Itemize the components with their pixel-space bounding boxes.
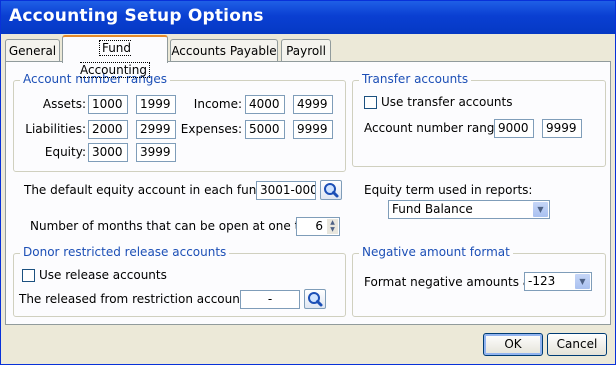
tab-fund-accounting[interactable]: Fund Accounting [62,35,168,78]
assets-label: Assets: [42,97,86,111]
months-open-label: Number of months that can be open at one… [30,219,326,233]
search-icon [308,292,323,307]
equity-label: Equity: [44,145,86,159]
expenses-from-input[interactable]: 5000 [245,120,285,139]
chevron-down-icon[interactable]: ▼ [533,202,548,217]
negative-format-dropdown[interactable]: -123 ▼ [524,272,592,291]
dialog-window: Accounting Setup Options General Fund Ac… [0,0,616,365]
donor-restricted-legend: Donor restricted release accounts [20,245,230,259]
tab-fund-accounting-label: Fund Accounting [79,40,150,78]
tab-accounts-payable[interactable]: Accounts Payable [170,39,278,63]
assets-from-input[interactable]: 1000 [88,95,128,114]
negative-format-legend: Negative amount format [359,245,513,259]
negative-format-value: -123 [528,274,556,288]
months-open-value: 6 [315,219,323,233]
window-title: Accounting Setup Options [9,6,264,26]
transfer-accounts-legend: Transfer accounts [359,72,472,86]
ok-button[interactable]: OK [483,333,543,356]
use-transfer-accounts-label[interactable]: Use transfer accounts [381,95,513,109]
released-account-label: The released from restriction account is… [19,292,262,306]
spinner-arrows-icon[interactable]: ▲ ▼ [327,219,338,234]
use-release-accounts-checkbox[interactable] [22,269,35,282]
income-to-input[interactable]: 4999 [293,95,333,114]
default-equity-input[interactable]: 3001-000 [256,181,316,200]
expenses-to-input[interactable]: 9999 [293,120,333,139]
search-icon [324,183,339,198]
tab-payroll[interactable]: Payroll [281,39,331,63]
released-account-input[interactable]: - [240,290,300,309]
default-equity-lookup-button[interactable] [320,180,342,200]
equity-to-input[interactable]: 3999 [136,143,176,162]
released-account-lookup-button[interactable] [304,289,326,309]
equity-term-label: Equity term used in reports: [364,183,533,197]
chevron-down-icon[interactable]: ▼ [575,274,590,289]
equity-term-dropdown[interactable]: Fund Balance ▼ [388,200,550,219]
tab-panel: Account number ranges Assets: 1000 1999 … [5,61,611,325]
months-open-spinner[interactable]: 6 ▲ ▼ [296,217,340,236]
equity-from-input[interactable]: 3000 [88,143,128,162]
income-from-input[interactable]: 4000 [245,95,285,114]
account-number-range-label: Account number range: [364,121,506,135]
tab-accounts-payable-label: Accounts Payable [171,44,277,58]
expenses-label: Expenses: [180,122,242,136]
use-transfer-accounts-checkbox[interactable] [364,96,377,109]
tab-payroll-label: Payroll [286,44,326,58]
equity-term-value: Fund Balance [392,202,473,216]
liabilities-label: Liabilities: [25,122,86,136]
cancel-button[interactable]: Cancel [547,333,607,356]
liabilities-from-input[interactable]: 2000 [88,120,128,139]
transfer-to-input[interactable]: 9999 [542,119,582,138]
tab-general[interactable]: General [5,39,60,63]
income-label: Income: [193,97,242,111]
title-bar[interactable]: Accounting Setup Options [1,1,615,34]
negative-format-label: Format negative amounts as: [364,275,541,289]
default-equity-label: The default equity account in each fund … [24,183,282,197]
transfer-from-input[interactable]: 9000 [494,119,534,138]
use-release-accounts-label[interactable]: Use release accounts [39,268,167,282]
tab-general-label: General [8,44,57,58]
